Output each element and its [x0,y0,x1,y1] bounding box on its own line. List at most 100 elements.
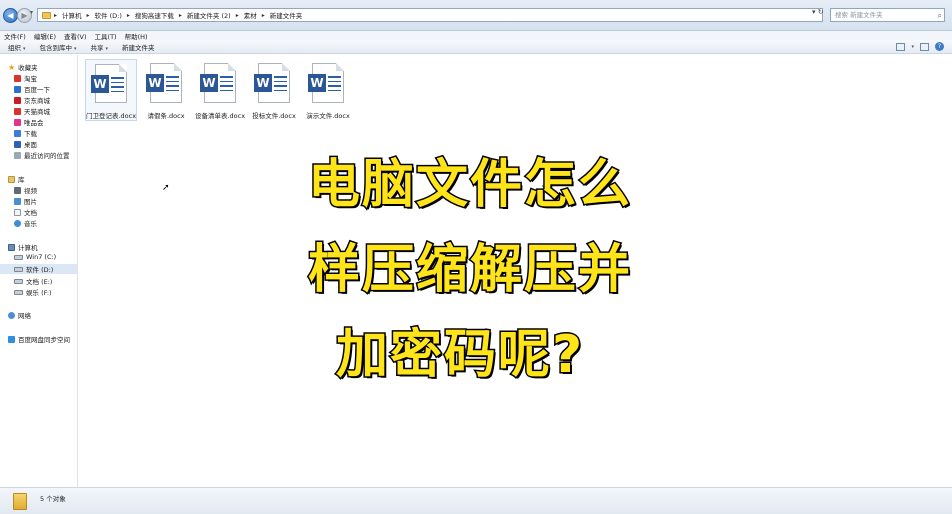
caret-down-icon: ▾ [74,45,77,52]
sidebar-item-label: Win7 (C:) [26,253,57,261]
file-item[interactable]: W 门卫登记表.docx [85,59,137,121]
sidebar-item-label: 音乐 [24,220,37,228]
sidebar-item-jd[interactable]: 京东商城 [14,95,50,105]
sidebar-item-desktop[interactable]: 桌面 [14,139,37,149]
sidebar-item-label: 文档 (E:) [26,278,53,286]
menu-view[interactable]: 查看(V) [64,31,87,41]
breadcrumb-sogou-download[interactable]: 搜狗高速下载 [133,10,176,20]
sidebar-baidu-cloud[interactable]: 百度网盘同步空间 [8,334,70,344]
file-item[interactable]: W 演示文件.docx [302,59,354,121]
chevron-right-icon[interactable]: ▸ [179,12,182,19]
sidebar-item-label: 百度一下 [24,86,50,94]
tmall-icon [14,107,21,115]
sidebar-item-label: 图片 [24,198,37,206]
sidebar-item-label: 唯品会 [24,119,44,127]
chevron-right-icon[interactable]: ▸ [262,12,265,19]
sidebar-item-music[interactable]: 音乐 [14,218,37,228]
sidebar-libraries[interactable]: 库 [8,174,25,184]
sidebar-network[interactable]: 网络 [8,310,31,320]
chevron-right-icon: ▸ [54,11,58,19]
sidebar-item-label: 娱乐 (F:) [26,289,52,297]
sidebar-favorites[interactable]: ★ 收藏夹 [8,62,38,72]
sidebar-item-pictures[interactable]: 图片 [14,196,37,206]
sidebar-item-downloads[interactable]: 下载 [14,128,37,138]
address-bar[interactable]: ▸ 计算机 ▸ 软件 (D:) ▸ 搜狗高速下载 ▸ 新建文件夹 (2) ▸ 素… [37,8,823,22]
help-icon[interactable]: ? [935,42,944,51]
sidebar-item-label: 视频 [24,187,37,195]
sidebar-item-taobao[interactable]: 淘宝 [14,73,37,83]
drive-icon [14,266,23,272]
menu-file[interactable]: 文件(F) [4,31,26,41]
chevron-right-icon[interactable]: ▸ [87,12,90,19]
include-in-library-label: 包含到库中 [39,43,73,52]
refresh-icon[interactable]: ↻ [818,8,824,16]
back-button[interactable]: ◀ [3,8,18,23]
breadcrumb-drive-d[interactable]: 软件 (D:) [93,10,124,20]
menu-help[interactable]: 帮助(H) [125,31,148,41]
sidebar-item-label: 软件 (D:) [26,266,54,274]
caret-down-icon[interactable]: ▾ [911,44,914,50]
word-document-icon: W [200,63,236,103]
file-name: 门卫登记表.docx [85,112,137,120]
menu-edit[interactable]: 编辑(E) [34,31,56,41]
new-folder-button[interactable]: 新建文件夹 [122,42,155,52]
menu-bar: 文件(F) 编辑(E) 查看(V) 工具(T) 帮助(H) [0,31,952,41]
chevron-right-icon[interactable]: ▸ [127,12,130,19]
sidebar-item-drive-e[interactable]: 文档 (E:) [14,276,52,286]
sidebar-item-baidu[interactable]: 百度一下 [14,84,50,94]
word-document-icon: W [308,63,344,103]
picture-icon [14,197,21,205]
address-tools: ▾ ↻ [812,8,824,16]
breadcrumb-computer[interactable]: 计算机 [60,10,84,20]
sidebar-item-documents[interactable]: 文档 [14,207,37,217]
sidebar-item-label: 淘宝 [24,75,37,83]
address-row: ◀ ▶ ▾ ▸ 计算机 ▸ 软件 (D:) ▸ 搜狗高速下载 ▸ 新建文件夹 (… [0,0,952,31]
sidebar-favorites-label: 收藏夹 [18,64,38,72]
sidebar-item-drive-d[interactable]: 软件 (D:) [0,264,77,274]
file-item[interactable]: W 投标文件.docx [248,59,300,121]
sidebar-item-tmall[interactable]: 天猫商城 [14,106,50,116]
file-name: 请假条.docx [147,112,185,120]
desktop-icon [14,140,21,148]
status-bar: 5 个对象 [0,487,952,514]
sidebar-item-drive-c[interactable]: Win7 (C:) [14,253,56,261]
word-document-icon: W [146,63,182,103]
chevron-right-icon[interactable]: ▸ [236,12,239,19]
view-options-icon[interactable] [896,42,906,51]
sidebar-item-recent-places[interactable]: 最近访问的位置 [14,150,70,160]
sidebar-computer[interactable]: 计算机 [8,242,38,252]
search-icon[interactable]: ⌕ [938,10,942,22]
recent-places-icon [14,151,21,159]
baidu-icon [14,85,21,93]
item-count: 5 个对象 [40,495,66,503]
sidebar-baidu-cloud-label: 百度网盘同步空间 [18,336,70,344]
folder-icon [42,11,51,19]
file-item[interactable]: W 设备清单表.docx [194,59,246,121]
menu-tools[interactable]: 工具(T) [95,31,117,41]
sidebar-item-label: 文档 [24,209,37,217]
sidebar-item-vip[interactable]: 唯品会 [14,117,44,127]
file-name: 演示文件.docx [306,112,350,120]
breadcrumb-new-folder[interactable]: 新建文件夹 [268,10,305,20]
sidebar-item-label: 京东商城 [24,97,50,105]
sidebar-item-videos[interactable]: 视频 [14,185,37,195]
preview-pane-icon[interactable] [920,42,929,51]
file-item[interactable]: W 请假条.docx [140,59,192,121]
include-in-library-button[interactable]: 包含到库中 ▾ [40,42,77,52]
organize-button[interactable]: 组织 ▾ [8,42,26,52]
download-icon [14,129,21,137]
music-icon [14,219,21,227]
overlay-caption-line-1: 电脑文件怎么 [306,154,633,217]
recent-pages-dropdown[interactable]: ▾ [30,9,33,16]
overlay-caption-line-3: 加密码呢? [334,324,585,387]
cloud-icon [8,335,15,343]
overlay-caption-line-2: 样压缩解压并 [306,239,633,302]
breadcrumb-material[interactable]: 素材 [242,10,259,20]
breadcrumb-new-folder-2[interactable]: 新建文件夹 (2) [185,10,233,20]
sidebar-item-label: 下载 [24,130,37,138]
share-button[interactable]: 共享 ▾ [91,42,109,52]
dropdown-icon[interactable]: ▾ [812,8,816,16]
sidebar-item-drive-f[interactable]: 娱乐 (F:) [14,287,52,297]
search-placeholder: 搜索 新建文件夹 [835,11,883,19]
search-input[interactable]: 搜索 新建文件夹 ⌕ [830,8,945,22]
